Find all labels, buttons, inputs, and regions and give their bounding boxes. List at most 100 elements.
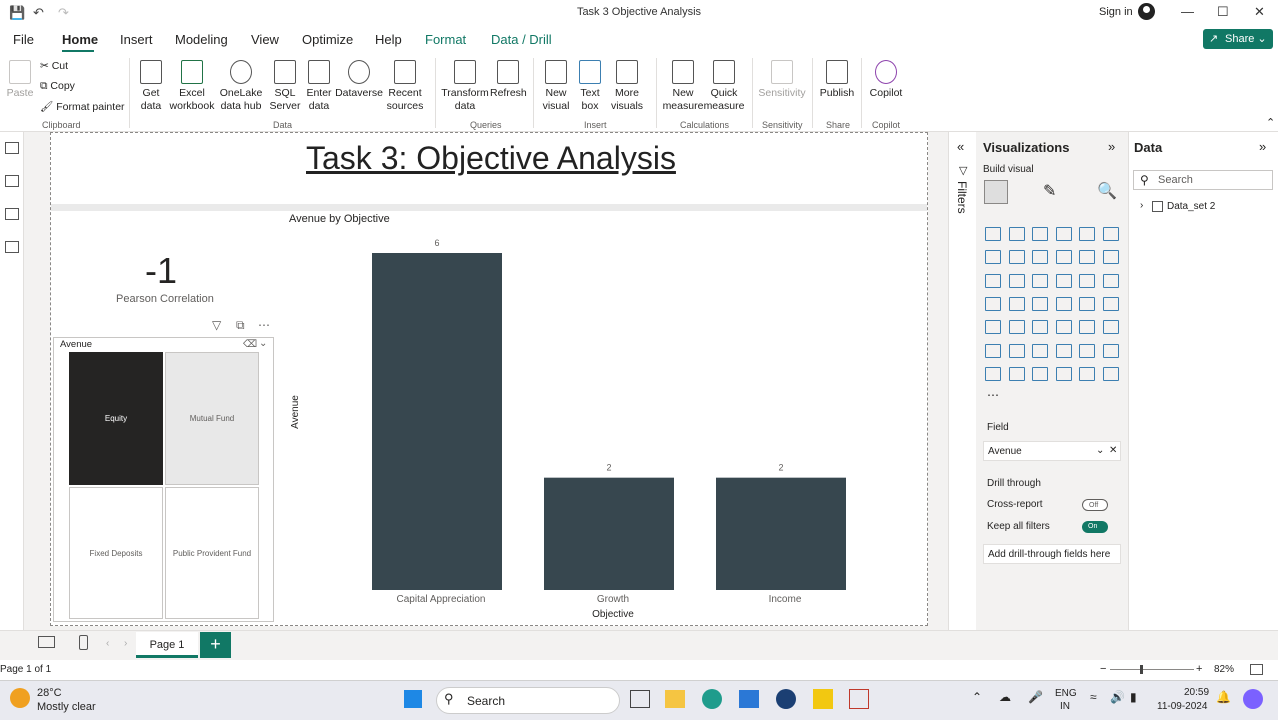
format-painter-button[interactable]: 🖌 Format painter [40, 100, 125, 113]
chevron-down-icon[interactable]: ⌄ [1096, 445, 1104, 456]
menu-insert[interactable]: Insert [120, 32, 153, 47]
dax-query-icon[interactable] [5, 241, 19, 253]
snipping-tool-icon[interactable] [849, 689, 869, 709]
report-view-icon[interactable] [5, 142, 19, 154]
enter-data-button[interactable]: Enter data [303, 60, 335, 113]
next-page-icon[interactable]: › [124, 638, 127, 649]
minimize-icon[interactable]: — [1181, 4, 1194, 19]
chevron-right-icon[interactable]: › [1140, 200, 1143, 211]
slicer-tile-fixed-deposits[interactable]: Fixed Deposits [69, 487, 163, 619]
table-visual-icon[interactable] [1055, 320, 1072, 335]
smart-narrative-visual-icon[interactable] [1079, 343, 1095, 358]
language-code[interactable]: ENG [1055, 688, 1077, 699]
collapse-left-icon[interactable]: « [957, 139, 964, 154]
metrics-visual-icon[interactable] [1102, 343, 1119, 358]
ribbon-visual-icon[interactable] [985, 273, 1001, 288]
dataverse-button[interactable]: Dataverse [335, 60, 383, 100]
cut-button[interactable]: ✂ Cut [40, 60, 68, 72]
publish-button[interactable]: Publish [818, 60, 856, 100]
stacked-column-visual-icon[interactable] [1008, 227, 1025, 241]
fit-to-page-icon[interactable] [1250, 664, 1263, 675]
page-title[interactable]: Task 3: Objective Analysis [306, 140, 676, 177]
kpi-visual-icon[interactable] [1008, 320, 1025, 335]
filter-icon[interactable]: ▽ [212, 318, 221, 332]
gauge-visual-icon[interactable] [1079, 296, 1095, 311]
task-view-icon[interactable] [630, 690, 650, 708]
taskbar-search[interactable]: Search [436, 687, 620, 714]
line-visual-icon[interactable] [985, 250, 1001, 265]
prev-page-icon[interactable]: ‹ [106, 638, 109, 649]
100-bar-visual-icon[interactable] [1079, 227, 1095, 241]
treemap-visual-icon[interactable] [985, 296, 1001, 311]
zoom-slider[interactable] [1110, 669, 1194, 670]
collapse-ribbon-icon[interactable]: ⌃ [1266, 116, 1275, 129]
add-drill-through-well[interactable]: Add drill-through fields here [983, 544, 1121, 564]
zoom-level[interactable]: 82% [1214, 664, 1234, 675]
more-visuals-button[interactable]: More visuals [606, 60, 648, 113]
stacked-area-visual-icon[interactable] [1032, 250, 1048, 265]
zoom-out-icon[interactable]: − [1100, 663, 1106, 675]
filled-map-visual-icon[interactable] [1032, 296, 1048, 311]
copilot-icon[interactable] [1243, 689, 1263, 709]
matrix-visual-icon[interactable] [1079, 320, 1095, 335]
maximize-icon[interactable]: ☐ [1217, 4, 1229, 20]
sensitivity-button[interactable]: Sensitivity [757, 60, 807, 100]
menu-view[interactable]: View [251, 32, 279, 47]
add-page-button[interactable]: + [200, 632, 231, 658]
menu-optimize[interactable]: Optimize [302, 32, 353, 47]
region-code[interactable]: IN [1060, 701, 1070, 712]
collapse-right-icon[interactable]: » [1259, 139, 1266, 154]
menu-modeling[interactable]: Modeling [175, 32, 228, 47]
microphone-icon[interactable]: 🎤 [1028, 690, 1043, 704]
chevron-up-icon[interactable]: ⌃ [972, 690, 982, 704]
file-explorer-icon[interactable] [665, 690, 685, 708]
menu-file[interactable]: File [13, 32, 34, 47]
start-icon[interactable] [404, 690, 422, 708]
qna-visual-icon[interactable] [1055, 343, 1072, 358]
sign-in-link[interactable]: Sign in [1099, 6, 1133, 18]
area-visual-icon[interactable] [1008, 250, 1025, 265]
text-box-button[interactable]: Text box [574, 60, 606, 113]
power-apps-visual-icon[interactable] [1008, 366, 1025, 381]
card-visual-icon[interactable] [1102, 296, 1119, 311]
line-clustered-visual-icon[interactable] [1102, 250, 1119, 265]
paginated-visual-icon[interactable] [985, 366, 1001, 381]
zoom-in-icon[interactable]: + [1196, 663, 1202, 675]
multi-row-card-visual-icon[interactable] [985, 320, 1001, 335]
tab-page-1[interactable]: Page 1 [136, 632, 198, 658]
100-area-visual-icon[interactable] [1055, 250, 1072, 265]
menu-format[interactable]: Format [425, 32, 466, 47]
battery-icon[interactable]: ▮ [1130, 690, 1137, 704]
new-card-visual-icon[interactable] [1055, 366, 1072, 381]
new-measure-button[interactable]: New measure [662, 60, 704, 113]
filters-label[interactable]: Filters [955, 181, 969, 214]
model-view-icon[interactable] [5, 208, 19, 220]
onelake-button[interactable]: OneLake data hub [216, 60, 266, 113]
clustered-bar-visual-icon[interactable] [1032, 227, 1048, 241]
onedrive-icon[interactable]: ☁ [999, 690, 1011, 704]
bar-chart[interactable]: 6 Capital Appreciation 2 Growth 2 Income Objec… [285, 226, 925, 624]
slicer-visual-icon[interactable] [1032, 320, 1048, 335]
pie-visual-icon[interactable] [1079, 273, 1095, 288]
cross-report-toggle[interactable]: Off [1082, 499, 1108, 511]
collapse-right-icon[interactable]: » [1108, 139, 1115, 154]
waterfall-visual-icon[interactable] [1008, 273, 1025, 288]
paste-button[interactable]: Paste [5, 60, 35, 100]
keep-filters-toggle[interactable]: On [1082, 521, 1108, 533]
clock-time[interactable]: 20:59 [1184, 687, 1209, 698]
data-search-input[interactable]: Search [1133, 170, 1273, 190]
notification-icon[interactable]: 🔔 [1216, 690, 1231, 704]
focus-mode-icon[interactable]: ⧉ [236, 318, 245, 333]
analytics-icon[interactable]: 🔍 [1097, 181, 1117, 201]
mobile-layout-icon[interactable] [79, 635, 88, 650]
edge-icon[interactable] [702, 689, 722, 709]
build-visual-tab[interactable] [984, 180, 1008, 204]
quick-measure-button[interactable]: Quick measure [703, 60, 745, 113]
chevron-down-icon[interactable]: ⌄ [259, 338, 267, 349]
desktop-layout-icon[interactable] [38, 636, 55, 648]
key-influencers-visual-icon[interactable] [1008, 343, 1025, 358]
menu-help[interactable]: Help [375, 32, 402, 47]
menu-home[interactable]: Home [62, 32, 98, 47]
volume-icon[interactable]: 🔊 [1110, 690, 1125, 704]
bar-growth[interactable] [544, 477, 674, 590]
